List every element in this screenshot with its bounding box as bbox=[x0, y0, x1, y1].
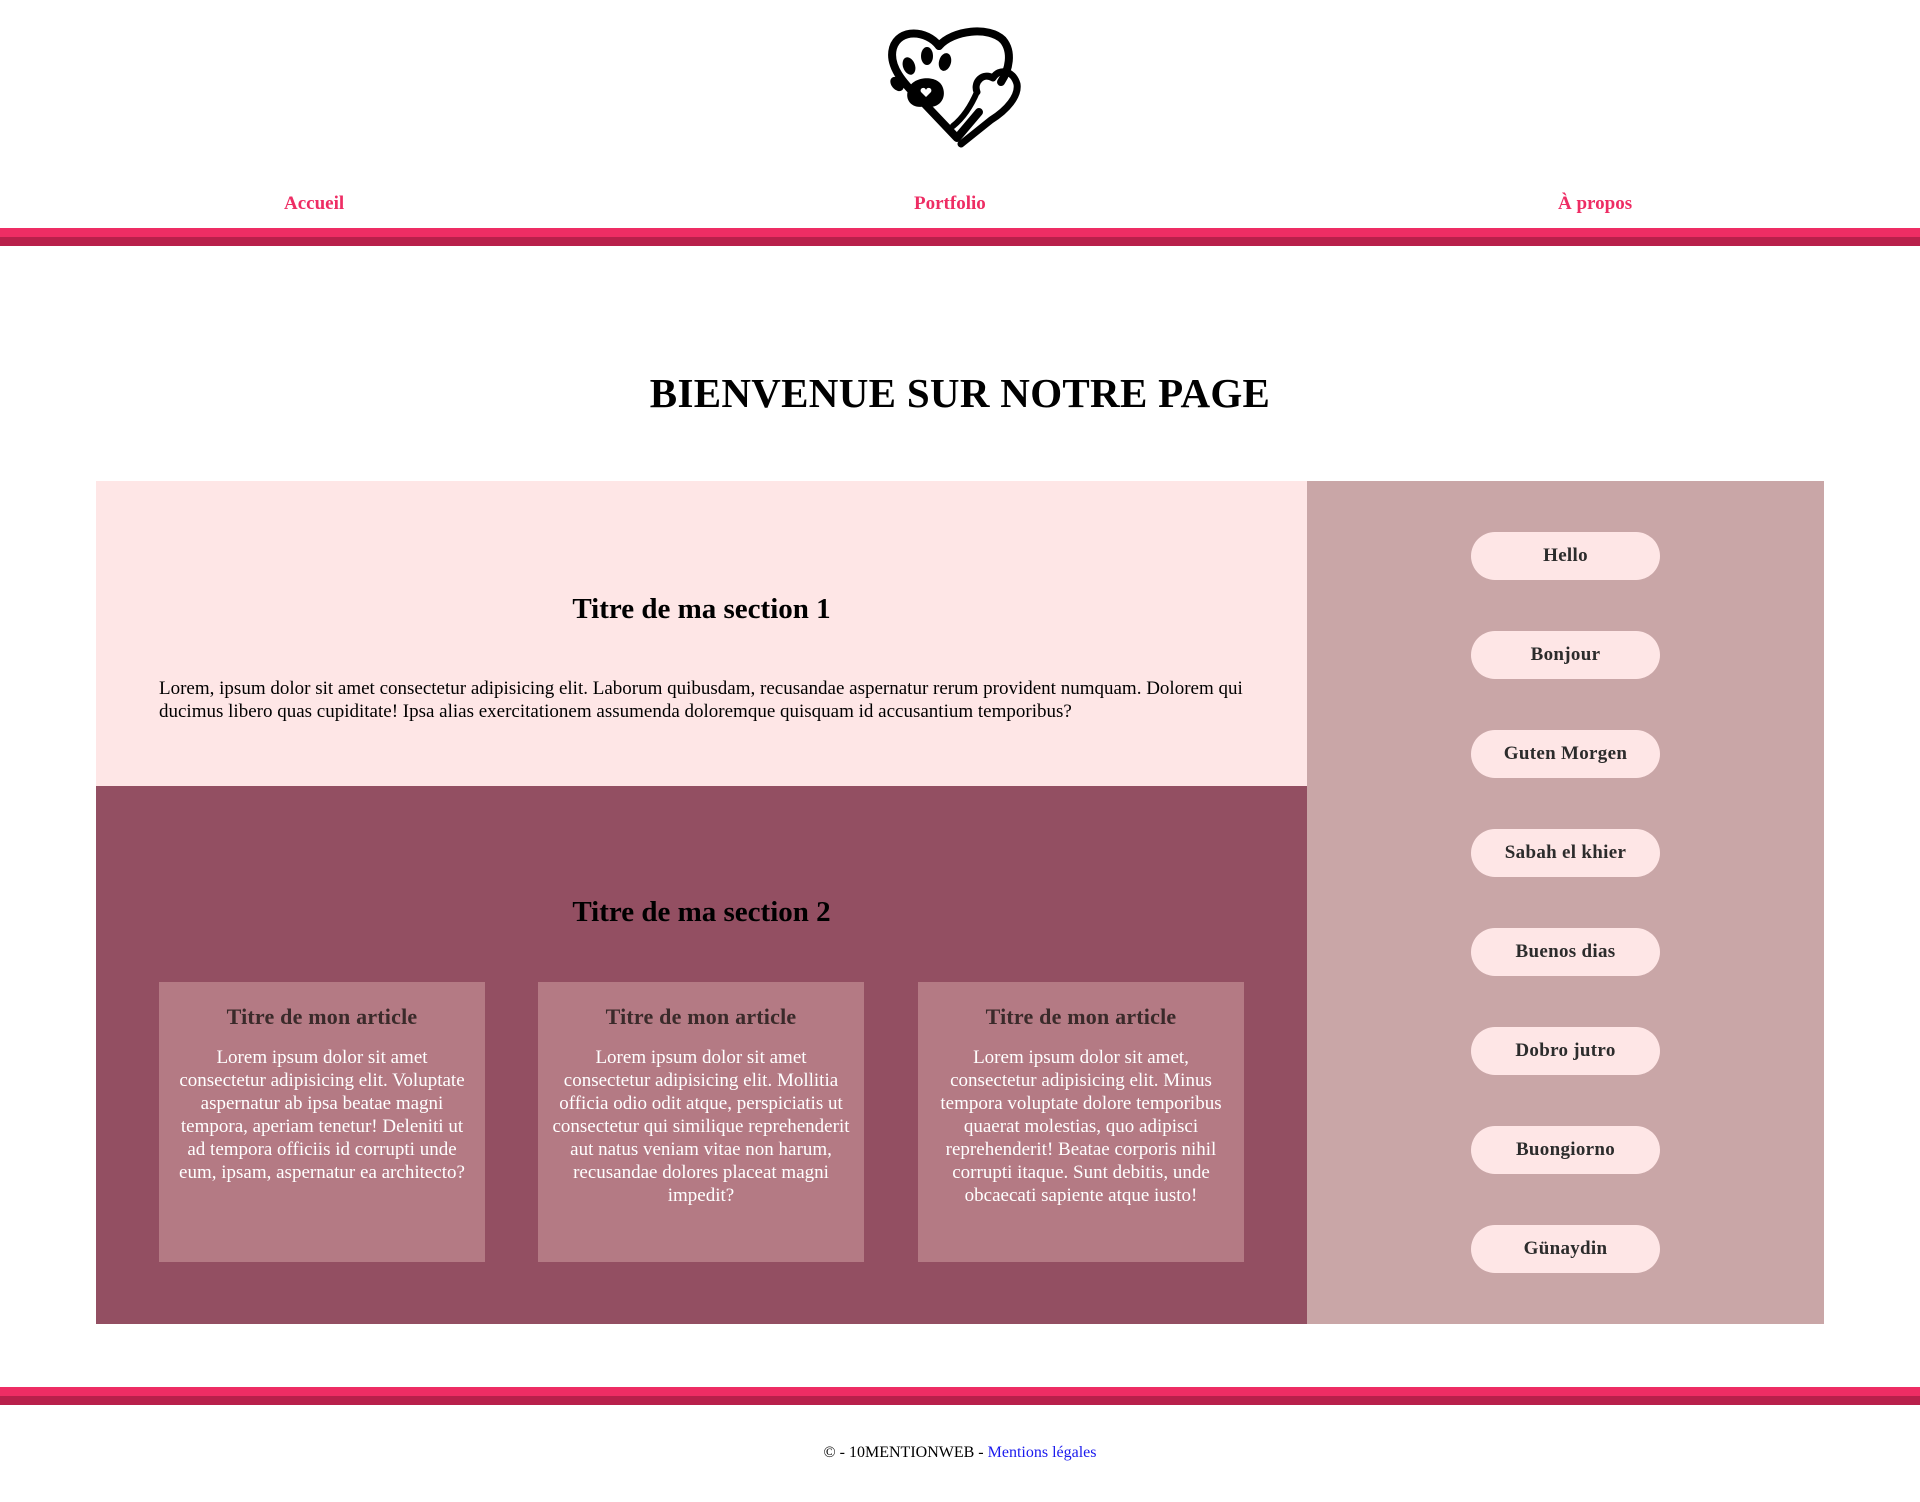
section-1-title: Titre de ma section 1 bbox=[572, 593, 831, 625]
article-text: Lorem ipsum dolor sit amet consectetur a… bbox=[552, 1047, 850, 1206]
nav-accueil-link[interactable]: Accueil bbox=[284, 192, 344, 216]
article-text: Lorem ipsum dolor sit amet, consectetur … bbox=[940, 1047, 1222, 1206]
section-2: Titre de ma section 2 Titre de mon artic… bbox=[96, 786, 1307, 1324]
article-title: Titre de mon article bbox=[226, 1004, 418, 1029]
greeting-button-hello[interactable]: Hello bbox=[1471, 532, 1660, 580]
footer-copyright: © - 10MENTIONWEB - bbox=[823, 1444, 988, 1461]
article-card: Titre de mon article Lorem ipsum dolor s… bbox=[538, 982, 864, 1262]
greeting-button-dobro-jutro[interactable]: Dobro jutro bbox=[1471, 1027, 1660, 1075]
header-divider-bottom bbox=[0, 237, 1920, 246]
site-header: Accueil Portfolio À propos bbox=[0, 0, 1920, 246]
greetings-sidebar: Hello Bonjour Guten Morgen Sabah el khie… bbox=[1307, 481, 1824, 1324]
legal-notice-link[interactable]: Mentions légales bbox=[988, 1444, 1097, 1461]
greeting-button-sabah-el-khier[interactable]: Sabah el khier bbox=[1471, 829, 1660, 877]
main-content: Titre de ma section 1 Lorem, ipsum dolor… bbox=[96, 481, 1824, 1324]
greeting-button-buenos-dias[interactable]: Buenos dias bbox=[1471, 928, 1660, 976]
greeting-button-buongiorno[interactable]: Buongiorno bbox=[1471, 1126, 1660, 1174]
article-card: Titre de mon article Lorem ipsum dolor s… bbox=[159, 982, 485, 1262]
greeting-button-guten-morgen[interactable]: Guten Morgen bbox=[1471, 730, 1660, 778]
article-title: Titre de mon article bbox=[605, 1004, 797, 1029]
paw-heart-logo-icon[interactable] bbox=[879, 26, 1037, 150]
article-text: Lorem ipsum dolor sit amet consectetur a… bbox=[179, 1047, 465, 1183]
article-title: Titre de mon article bbox=[985, 1004, 1177, 1029]
nav-a-propos-link[interactable]: À propos bbox=[1558, 192, 1632, 216]
site-footer: © - 10MENTIONWEB - Mentions légales bbox=[0, 1443, 1920, 1463]
page-title: BIENVENUE SUR NOTRE PAGE bbox=[649, 370, 1271, 416]
nav-portfolio-link[interactable]: Portfolio bbox=[914, 192, 986, 216]
greeting-button-gunaydin[interactable]: Günaydin bbox=[1471, 1225, 1660, 1273]
greeting-button-bonjour[interactable]: Bonjour bbox=[1471, 631, 1660, 679]
footer-divider-bottom bbox=[0, 1396, 1920, 1405]
section-2-title: Titre de ma section 2 bbox=[572, 896, 831, 928]
article-card: Titre de mon article Lorem ipsum dolor s… bbox=[918, 982, 1244, 1262]
section-1-text: Lorem, ipsum dolor sit amet consectetur … bbox=[159, 678, 1243, 722]
section-1: Titre de ma section 1 Lorem, ipsum dolor… bbox=[96, 481, 1307, 786]
footer-divider-top bbox=[0, 1387, 1920, 1396]
